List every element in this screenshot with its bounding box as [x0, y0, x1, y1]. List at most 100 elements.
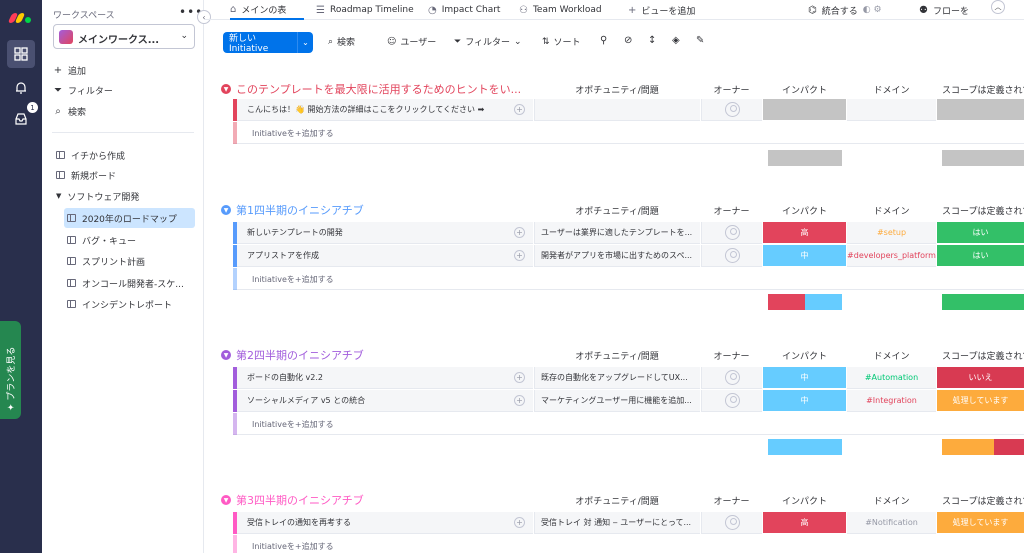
sidebar-item-on-call-schedule[interactable]: オンコール開発者-スケ... [64, 273, 195, 293]
domain-cell[interactable]: #Integration [847, 390, 936, 412]
scope-cell[interactable]: はい [937, 222, 1024, 244]
column-header-owner[interactable]: オーナー [701, 349, 762, 362]
column-header-scope[interactable]: スコープは定義されて [937, 349, 1024, 362]
owner-cell[interactable] [701, 99, 762, 121]
add-update-icon[interactable]: + [514, 517, 525, 528]
bell-icon[interactable] [7, 74, 35, 102]
sidebar-item-sprint-planning[interactable]: スプリント計画 [64, 251, 195, 271]
hide-icon[interactable]: ⊘ [624, 35, 632, 46]
opportunity-cell[interactable]: 既存の自動化をアップグレードしてUX... [534, 367, 700, 389]
group-collapse-icon[interactable]: ▼ [221, 84, 231, 94]
impact-cell[interactable]: 中 [763, 245, 846, 267]
owner-cell[interactable] [701, 512, 762, 534]
sidebar-item-new-board[interactable]: 新規ボード [53, 165, 195, 185]
add-update-icon[interactable]: + [514, 250, 525, 261]
workspace-selector[interactable]: メインワークス... ⌄ [53, 24, 195, 49]
column-header-scope[interactable]: スコープは定義されて [937, 204, 1024, 217]
column-header-domain[interactable]: ドメイン [847, 83, 936, 96]
column-header-scope[interactable]: スコープは定義されて [937, 83, 1024, 96]
sidebar-item-roadmap-2020[interactable]: 2020年のロードマップ [64, 208, 195, 228]
filter-button[interactable]: ⏷ フィルター ⌄ [454, 35, 522, 49]
column-header-domain[interactable]: ドメイン [847, 204, 936, 217]
owner-cell[interactable] [701, 222, 762, 244]
column-header-impact[interactable]: インパクト [763, 83, 846, 96]
pin-icon[interactable]: ⚲ [600, 35, 607, 46]
group-header[interactable]: ▼ このテンプレートを最大限に活用するためのヒントをい... [221, 81, 521, 97]
column-header-opportunity[interactable]: オポチュニティ/問題 [534, 494, 700, 507]
column-header-domain[interactable]: ドメイン [847, 349, 936, 362]
search-action[interactable]: ⌕ 検索 [53, 105, 86, 118]
column-header-owner[interactable]: オーナー [701, 204, 762, 217]
scope-cell[interactable]: いいえ [937, 367, 1024, 389]
owner-cell[interactable] [701, 367, 762, 389]
column-header-scope[interactable]: スコープは定義されて [937, 494, 1024, 507]
domain-cell[interactable]: #Automation [847, 367, 936, 389]
pencil-icon[interactable]: ✎ [696, 35, 704, 46]
automate-button[interactable]: ⚉ フローを [919, 0, 969, 20]
impact-cell[interactable]: 中 [763, 367, 846, 389]
impact-cell[interactable]: 中 [763, 390, 846, 412]
column-header-impact[interactable]: インパクト [763, 494, 846, 507]
opportunity-cell[interactable]: 開発者がアプリを市場に出すためのスペ... [534, 245, 700, 267]
scope-cell[interactable]: 処理しています [937, 512, 1024, 534]
add-item-row[interactable]: Initiativeを+追加する [233, 268, 1024, 290]
scope-cell[interactable]: 処理しています [937, 390, 1024, 412]
group-collapse-icon[interactable]: ▼ [221, 495, 231, 505]
impact-cell[interactable]: 高 [763, 222, 846, 244]
group-collapse-icon[interactable]: ▼ [221, 350, 231, 360]
impact-cell[interactable]: 高 [763, 512, 846, 534]
tab-main-table[interactable]: ⌂ メインの表 [230, 0, 304, 20]
apps-grid-icon[interactable] [7, 40, 35, 68]
opportunity-cell[interactable]: ユーザーは業界に適したテンプレートを... [534, 222, 700, 244]
chevron-up-icon[interactable]: ︿ [991, 0, 1005, 14]
scope-cell[interactable] [937, 99, 1024, 121]
add-update-icon[interactable]: + [514, 104, 525, 115]
group-collapse-icon[interactable]: ▼ [221, 205, 231, 215]
domain-cell[interactable] [847, 99, 936, 121]
column-header-opportunity[interactable]: オポチュニティ/問題 [534, 349, 700, 362]
search-button[interactable]: ⌕ 検索 [328, 35, 355, 49]
opportunity-cell[interactable]: 受信トレイ 対 通知 ‒ ユーザーにとって... [534, 512, 700, 534]
chevron-down-icon[interactable]: ⌄ [297, 32, 313, 53]
column-header-impact[interactable]: インパクト [763, 349, 846, 362]
column-header-domain[interactable]: ドメイン [847, 494, 936, 507]
opportunity-cell[interactable]: マーケティングユーザー用に機能を追加... [534, 390, 700, 412]
add-update-icon[interactable]: + [514, 372, 525, 383]
add-item-row[interactable]: Initiativeを+追加する [233, 413, 1024, 435]
domain-cell[interactable]: #Notification [847, 512, 936, 534]
new-initiative-button[interactable]: 新しい Initiative ⌄ [223, 32, 313, 54]
item-name[interactable]: こんにちは！👋 開始方法の詳細はここをクリックしてください ➡ [237, 99, 533, 121]
group-header[interactable]: ▼ 第2四半期のイニシアチブ [221, 347, 364, 363]
item-name[interactable]: ソーシャルメディア v5 との統合 [237, 390, 533, 412]
group-header[interactable]: ▼ 第3四半期のイニシアチブ [221, 492, 364, 508]
tab-impact-chart[interactable]: ◔ Impact Chart [428, 0, 500, 20]
tab-roadmap-timeline[interactable]: ☰ Roadmap Timeline [316, 0, 414, 20]
item-name[interactable]: アプリストアを作成 [237, 245, 533, 267]
add-view-button[interactable]: + ビューを追加 [628, 0, 695, 20]
domain-cell[interactable]: #setup [847, 222, 936, 244]
owner-cell[interactable] [701, 390, 762, 412]
see-plans-tab[interactable]: ✦ プランを見る [0, 321, 21, 419]
sidebar-item-create-from-scratch[interactable]: イチから作成 [53, 145, 195, 165]
item-name[interactable]: 新しいテンプレートの開発 [237, 222, 533, 244]
column-header-impact[interactable]: インパクト [763, 204, 846, 217]
add-update-icon[interactable]: + [514, 227, 525, 238]
person-filter-button[interactable]: ☺ ユーザー [387, 35, 436, 49]
add-action[interactable]: + 追加 [53, 64, 86, 77]
add-item-row[interactable]: Initiativeを+追加する [233, 122, 1024, 144]
filter-action[interactable]: ⏷ フィルター [53, 84, 113, 97]
group-header[interactable]: ▼ 第1四半期のイニシアチブ [221, 202, 364, 218]
domain-cell[interactable]: #developers_platform [847, 245, 936, 267]
row-height-icon[interactable]: ↕ [648, 35, 656, 46]
tab-team-workload[interactable]: ⚇ Team Workload [519, 0, 602, 20]
scope-cell[interactable]: はい [937, 245, 1024, 267]
column-header-opportunity[interactable]: オポチュニティ/問題 [534, 83, 700, 96]
owner-cell[interactable] [701, 245, 762, 267]
column-header-opportunity[interactable]: オポチュニティ/問題 [534, 204, 700, 217]
add-item-row[interactable]: Initiativeを+追加する [233, 535, 1024, 553]
item-name[interactable]: ボードの自動化 v2.2 [237, 367, 533, 389]
add-update-icon[interactable]: + [514, 395, 525, 406]
sidebar-folder[interactable]: ▼ ソフトウェア開発 [53, 186, 195, 206]
sort-button[interactable]: ⇅ ソート [542, 35, 581, 49]
column-header-owner[interactable]: オーナー [701, 494, 762, 507]
